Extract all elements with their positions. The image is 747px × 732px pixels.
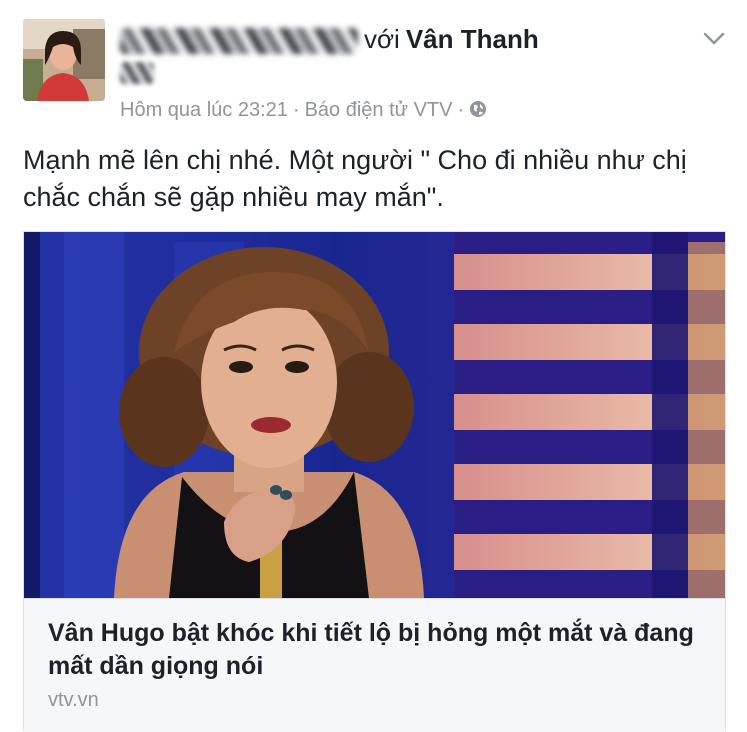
globe-icon[interactable] [469,98,487,117]
post-via-source[interactable]: Báo điện tử VTV [305,99,453,121]
meta-separator: · [292,99,300,121]
blurred-author-name [120,28,358,55]
meta-separator-2: · [457,99,465,121]
avatar-photo [23,19,105,101]
post-body-text: Mạnh mẽ lên chị nhé. Một người " Cho đi … [23,145,687,212]
link-preview-image[interactable] [24,232,725,598]
link-preview-title[interactable]: Vân Hugo bật khóc khi tiết lộ bị hỏng mộ… [48,617,708,683]
news-photo [24,232,725,598]
link-preview-domain: vtv.vn [48,689,99,711]
chevron-down-icon[interactable] [700,24,728,52]
tagged-user-link[interactable]: Vân Thanh [406,24,539,54]
post-header: với Vân Thanh [120,22,680,56]
avatar[interactable] [23,19,105,101]
blurred-author-name-line2 [120,62,154,84]
post-timestamp[interactable]: Hôm qua lúc 23:21 [120,99,288,121]
post-meta: Hôm qua lúc 23:21 · Báo điện tử VTV · [120,96,487,124]
header-with-text: với [364,24,400,54]
facebook-post: với Vân Thanh Hôm qua lúc 23:21 · Báo điện … [0,0,747,732]
link-preview-footer[interactable]: Vân Hugo bật khóc khi tiết lộ bị hỏng mộ… [24,598,725,732]
link-preview-card[interactable]: Vân Hugo bật khóc khi tiết lộ bị hỏng mộ… [23,231,726,732]
